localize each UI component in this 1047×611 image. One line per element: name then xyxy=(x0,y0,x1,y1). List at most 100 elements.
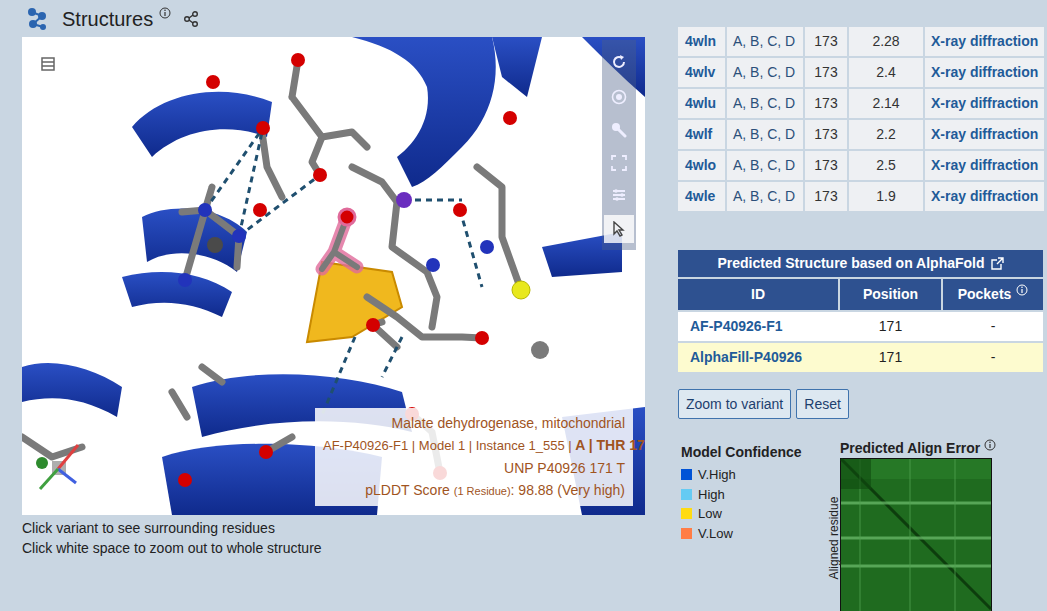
alphafold-title: Predicted Structure based on AlphaFold xyxy=(717,253,984,274)
legend-swatch xyxy=(681,508,692,519)
column-header: Position xyxy=(840,279,941,310)
info-icon[interactable] xyxy=(984,439,996,451)
resolution-cell: 2.28 xyxy=(849,27,923,56)
pae-title: Predicted Align Error xyxy=(840,439,980,457)
chains-cell: A, B, C, D xyxy=(727,182,803,211)
legend-item: Low xyxy=(681,504,823,524)
viewer-toolbar xyxy=(602,40,636,250)
model-info: AF-P40926-F1 | Model 1 | Instance 1_555 … xyxy=(323,438,572,453)
pdb-id-link[interactable]: 4wlv xyxy=(678,58,725,87)
legend-label: V.High xyxy=(698,465,736,485)
pdb-id-link[interactable]: 4wln xyxy=(678,27,725,56)
chains-cell: A, B, C, D xyxy=(727,58,803,87)
resolution-cell: 1.9 xyxy=(849,182,923,211)
method-cell: X-ray diffraction xyxy=(925,58,1044,87)
layers-icon[interactable] xyxy=(34,51,62,77)
info-icon[interactable] xyxy=(1016,284,1028,296)
pae-panel: Aligned residue Predicted Align Error xyxy=(823,439,996,611)
viewer-hints: Click variant to see surrounding residue… xyxy=(22,515,645,558)
position-cell: 173 xyxy=(805,58,847,87)
legend-swatch xyxy=(681,469,692,480)
pdb-id-link[interactable]: 4wle xyxy=(678,182,725,211)
structure-row[interactable]: 4wlvA, B, C, D1732.4X-ray diffraction xyxy=(678,58,1042,87)
pdb-id-link[interactable]: 4wlo xyxy=(678,151,725,180)
plddt-line: pLDDT Score (1 Residue): 98.88 (Very hig… xyxy=(323,479,625,502)
position-cell: 173 xyxy=(805,182,847,211)
axes-icon xyxy=(28,437,88,497)
plddt-residue-count: (1 Residue) xyxy=(454,485,511,497)
resolution-cell: 2.5 xyxy=(849,151,923,180)
plddt-value: : 98.88 (Very high) xyxy=(511,482,625,498)
method-cell: X-ray diffraction xyxy=(925,120,1044,149)
pockets-cell: - xyxy=(943,343,1043,372)
legend-swatch xyxy=(681,528,692,539)
fullscreen-icon[interactable] xyxy=(611,155,627,171)
pae-axis-label: Aligned residue xyxy=(827,483,841,593)
alphafold-table: Predicted Structure based on AlphaFold I… xyxy=(678,250,1043,372)
residue-tooltip: Malate dehydrogenase, mitochondrial AF-P… xyxy=(315,408,633,506)
column-header: ID xyxy=(678,279,838,310)
legend-label: High xyxy=(698,485,725,505)
chains-cell: A, B, C, D xyxy=(727,27,803,56)
legend-title: Model Confidence xyxy=(681,443,823,461)
plddt-label: pLDDT Score xyxy=(365,482,450,498)
column-label: ID xyxy=(751,284,765,305)
pae-heatmap-icon[interactable] xyxy=(840,458,992,611)
section-title: Structures xyxy=(62,6,153,32)
structures-logo-icon xyxy=(24,6,50,32)
resolution-cell: 2.4 xyxy=(849,58,923,87)
wrench-icon[interactable] xyxy=(611,122,627,138)
alphafold-row[interactable]: AF-P40926-F1171- xyxy=(678,312,1043,341)
chain-residue: A | THR 171 xyxy=(575,437,645,453)
legend-swatch xyxy=(681,489,692,500)
legend-item: V.Low xyxy=(681,524,823,544)
resolution-cell: 2.14 xyxy=(849,89,923,118)
viewer-hint: Click white space to zoom out to whole s… xyxy=(22,538,645,558)
refresh-icon[interactable] xyxy=(611,54,627,70)
model-id-link[interactable]: AF-P40926-F1 xyxy=(678,312,838,341)
cursor-icon[interactable] xyxy=(612,221,626,237)
chains-cell: A, B, C, D xyxy=(727,89,803,118)
variant-controls: Zoom to variantReset xyxy=(678,389,1044,419)
position-cell: 173 xyxy=(805,151,847,180)
resolution-cell: 2.2 xyxy=(849,120,923,149)
method-cell: X-ray diffraction xyxy=(925,27,1044,56)
zoom-to-variant-button[interactable]: Zoom to variant xyxy=(678,389,791,419)
share-icon[interactable] xyxy=(183,11,199,27)
position-cell: 173 xyxy=(805,27,847,56)
pdb-id-link[interactable]: 4wlf xyxy=(678,120,725,149)
alphafold-row[interactable]: AlphaFill-P40926171- xyxy=(678,343,1043,372)
chains-cell: A, B, C, D xyxy=(727,120,803,149)
structure-row[interactable]: 4wluA, B, C, D1732.14X-ray diffraction xyxy=(678,89,1042,118)
viewer-hint: Click variant to see surrounding residue… xyxy=(22,518,645,538)
structure-row[interactable]: 4wloA, B, C, D1732.5X-ray diffraction xyxy=(678,151,1042,180)
structures-table: 4wlnA, B, C, D1732.28X-ray diffraction4w… xyxy=(678,27,1042,211)
structure-row[interactable]: 4wleA, B, C, D1731.9X-ray diffraction xyxy=(678,182,1042,211)
confidence-legend: Model Confidence V.HighHighLowV.Low xyxy=(678,439,823,611)
alphafold-header: Predicted Structure based on AlphaFold xyxy=(678,250,1043,277)
protein-name: Malate dehydrogenase, mitochondrial xyxy=(323,412,625,434)
model-id-link[interactable]: AlphaFill-P40926 xyxy=(678,343,838,372)
camera-icon[interactable] xyxy=(611,89,627,105)
column-label: Position xyxy=(863,284,918,305)
info-icon[interactable] xyxy=(159,7,171,19)
method-cell: X-ray diffraction xyxy=(925,89,1044,118)
structure-row[interactable]: 4wlnA, B, C, D1732.28X-ray diffraction xyxy=(678,27,1042,56)
reset-button[interactable]: Reset xyxy=(796,389,849,419)
external-link-icon[interactable] xyxy=(991,257,1004,270)
position-cell: 173 xyxy=(805,89,847,118)
legend-item: V.High xyxy=(681,465,823,485)
model-line: AF-P40926-F1 | Model 1 | Instance 1_555 … xyxy=(323,434,625,457)
pockets-cell: - xyxy=(943,312,1043,341)
position-cell: 171 xyxy=(840,343,941,372)
structure-row[interactable]: 4wlfA, B, C, D1732.2X-ray diffraction xyxy=(678,120,1042,149)
pae-axis: Aligned residue xyxy=(823,439,840,611)
chains-cell: A, B, C, D xyxy=(727,151,803,180)
column-label: Pockets xyxy=(958,284,1012,305)
settings-icon[interactable] xyxy=(611,187,627,203)
structure-viewer[interactable]: Malate dehydrogenase, mitochondrial AF-P… xyxy=(22,37,645,515)
select-mode-button[interactable] xyxy=(604,215,634,243)
legend-label: V.Low xyxy=(698,524,733,544)
pdb-id-link[interactable]: 4wlu xyxy=(678,89,725,118)
legend-label: Low xyxy=(698,504,722,524)
